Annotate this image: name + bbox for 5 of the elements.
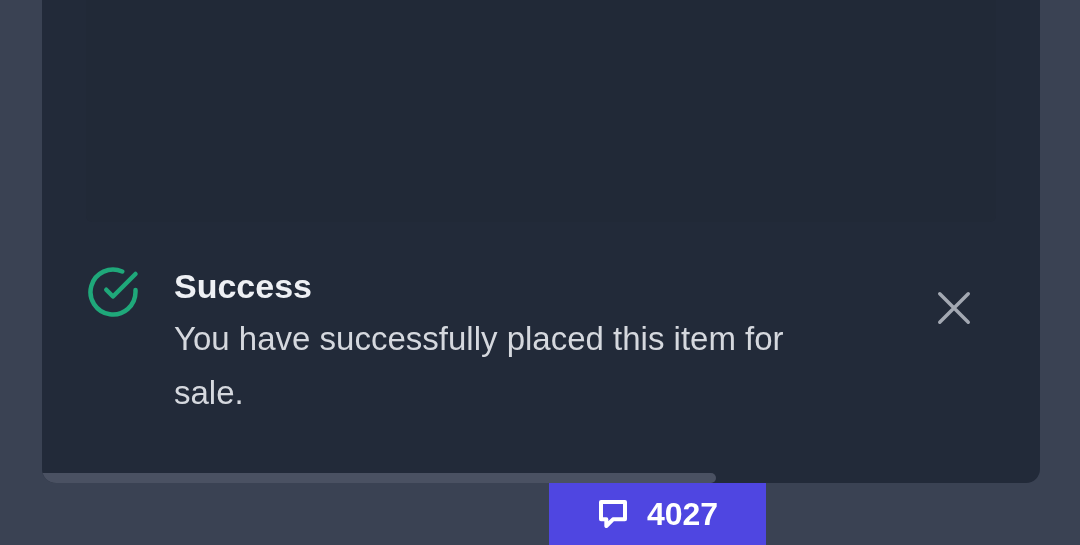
close-icon (935, 289, 973, 327)
comment-icon (596, 498, 629, 530)
toast-message: You have successfully placed this item for sale. (174, 319, 785, 413)
comment-count-button[interactable]: 4027 (549, 483, 766, 545)
toast-title: Success (174, 266, 313, 307)
